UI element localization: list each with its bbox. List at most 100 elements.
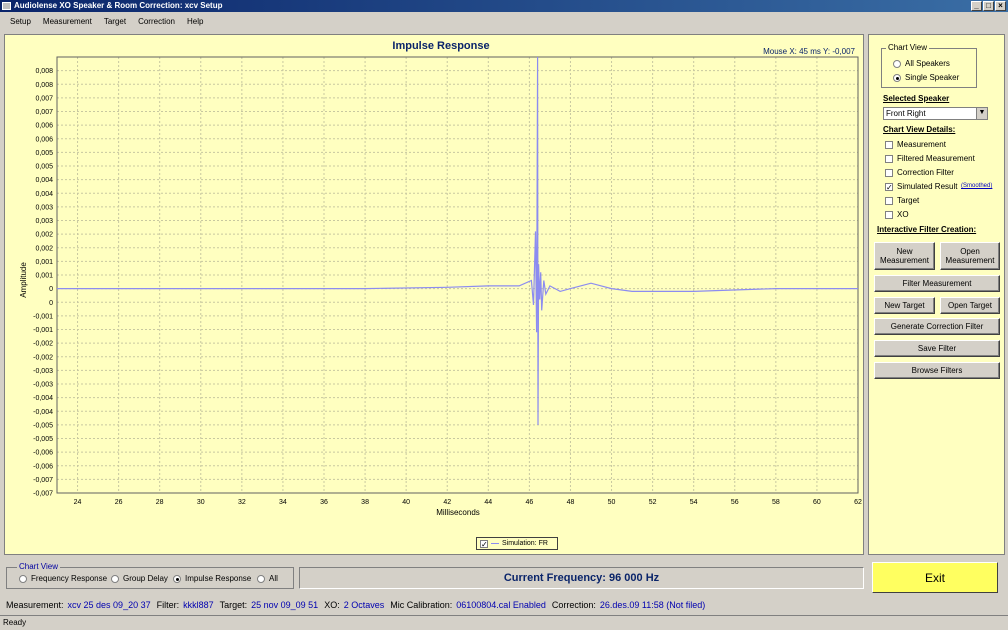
radio-all-speakers[interactable]: All Speakers: [893, 59, 950, 68]
mouse-readout: Mouse X: 45 ms Y: -0,007: [763, 47, 855, 56]
chart-view-group-title: Chart View: [886, 43, 929, 52]
x-tick-label: 46: [525, 499, 533, 506]
mic-calibration-label: Mic Calibration:: [390, 600, 453, 610]
checkbox-measurement[interactable]: Measurement: [885, 140, 946, 149]
maximize-button[interactable]: □: [983, 1, 994, 11]
checkbox-target-box[interactable]: [885, 196, 893, 205]
y-tick-label: -0,007: [33, 491, 53, 498]
chart-view-details-title: Chart View Details:: [883, 125, 956, 134]
checkbox-filtered-measurement[interactable]: Filtered Measurement: [885, 154, 975, 163]
y-tick-label: -0,007: [33, 477, 53, 484]
y-tick-label: 0,003: [35, 204, 53, 211]
radio-impulse-response-dot[interactable]: [173, 574, 181, 583]
y-tick-label: 0,003: [35, 218, 53, 225]
legend-checkbox[interactable]: ✓: [480, 539, 488, 548]
checkbox-simulated-result-box[interactable]: ✓: [885, 182, 893, 191]
x-tick-label: 44: [484, 499, 492, 506]
info-bar: Measurement: xcv 25 des 09_20 37 Filter:…: [0, 598, 1008, 612]
side-panel: Chart View All Speakers Single Speaker S…: [868, 34, 1005, 555]
menu-correction[interactable]: Correction: [132, 17, 181, 26]
x-tick-label: 34: [279, 499, 287, 506]
radio-frequency-response-dot[interactable]: [19, 574, 27, 583]
radio-single-speaker-dot[interactable]: [893, 73, 901, 82]
menu-setup[interactable]: Setup: [4, 17, 37, 26]
y-tick-label: 0: [49, 286, 53, 293]
x-tick-label: 28: [156, 499, 164, 506]
minimize-button[interactable]: _: [971, 1, 982, 11]
x-tick-label: 40: [402, 499, 410, 506]
radio-single-speaker[interactable]: Single Speaker: [893, 73, 959, 82]
y-tick-label: 0,001: [35, 273, 53, 280]
y-tick-label: 0,002: [35, 245, 53, 252]
checkbox-xo-label: XO: [897, 210, 909, 219]
checkbox-measurement-box[interactable]: [885, 140, 893, 149]
browse-filters-button[interactable]: Browse Filters: [874, 362, 1000, 379]
new-measurement-button[interactable]: New Measurement: [874, 242, 935, 270]
smoothed-link[interactable]: (Smoothed): [961, 183, 992, 189]
menu-target[interactable]: Target: [98, 17, 132, 26]
checkbox-simulated-result[interactable]: ✓ Simulated Result: [885, 182, 957, 191]
save-filter-button[interactable]: Save Filter: [874, 340, 1000, 357]
checkbox-correction-filter-box[interactable]: [885, 168, 893, 177]
legend-label: Simulation: FR: [502, 540, 548, 547]
measurement-info-value: xcv 25 des 09_20 37: [67, 600, 151, 610]
checkbox-target-label: Target: [897, 196, 920, 205]
y-tick-label: -0,002: [33, 341, 53, 348]
xo-info-label: XO:: [324, 600, 340, 610]
y-tick-label: -0,002: [33, 354, 53, 361]
chart-legend[interactable]: ✓ Simulation: FR: [476, 537, 558, 550]
open-measurement-button[interactable]: Open Measurement: [940, 242, 1000, 270]
radio-frequency-response[interactable]: Frequency Response: [19, 574, 107, 583]
y-tick-label: -0,005: [33, 436, 53, 443]
radio-all[interactable]: All: [257, 574, 278, 583]
bottom-chart-view-title: Chart View: [17, 562, 60, 571]
x-tick-label: 30: [197, 499, 205, 506]
radio-impulse-response[interactable]: Impulse Response: [173, 574, 251, 583]
y-axis-label: Amplitude: [19, 262, 28, 298]
measurement-info-label: Measurement:: [6, 600, 64, 610]
chevron-down-icon[interactable]: ▼: [976, 108, 987, 119]
chart-title: Impulse Response: [392, 40, 489, 52]
y-tick-label: -0,001: [33, 327, 53, 334]
checkbox-filtered-measurement-box[interactable]: [885, 154, 893, 163]
checkbox-correction-filter-label: Correction Filter: [897, 168, 954, 177]
app-icon: [2, 2, 11, 10]
speaker-select[interactable]: Front Right ▼: [883, 107, 988, 120]
filter-measurement-button[interactable]: Filter Measurement: [874, 275, 1000, 292]
y-tick-label: -0,003: [33, 382, 53, 389]
menu-help[interactable]: Help: [181, 17, 209, 26]
y-tick-labels: 0,008 0,008 0,007 0,007 0,006 0,006 0,005 0,005…: [33, 68, 53, 497]
series-line-simulation-fr: [57, 56, 858, 425]
radio-all-dot[interactable]: [257, 574, 265, 583]
new-target-button[interactable]: New Target: [874, 297, 935, 314]
x-tick-label: 42: [443, 499, 451, 506]
radio-all-label: All: [269, 574, 278, 583]
y-tick-label: 0,008: [35, 82, 53, 89]
y-tick-label: -0,004: [33, 409, 53, 416]
radio-group-delay-dot[interactable]: [111, 574, 119, 583]
mic-calibration-value: 06100804.cal Enabled: [456, 600, 546, 610]
checkbox-filtered-measurement-label: Filtered Measurement: [897, 154, 975, 163]
y-tick-label: 0,004: [35, 177, 53, 184]
close-button[interactable]: ×: [995, 1, 1006, 11]
window-controls: _ □ ×: [971, 1, 1006, 11]
impulse-response-chart[interactable]: Impulse Response Mouse X: 45 ms Y: -0,00…: [5, 35, 863, 554]
generate-correction-filter-button[interactable]: Generate Correction Filter: [874, 318, 1000, 335]
radio-group-delay[interactable]: Group Delay: [111, 574, 168, 583]
open-target-button[interactable]: Open Target: [940, 297, 1000, 314]
checkbox-xo[interactable]: XO: [885, 210, 909, 219]
filter-info-value: kkkl887: [183, 600, 214, 610]
checkbox-target[interactable]: Target: [885, 196, 919, 205]
radio-all-speakers-dot[interactable]: [893, 59, 901, 68]
x-axis-label: Milliseconds: [436, 508, 480, 517]
checkbox-measurement-label: Measurement: [897, 140, 946, 149]
x-tick-label: 36: [320, 499, 328, 506]
checkbox-correction-filter[interactable]: Correction Filter: [885, 168, 954, 177]
filter-info-label: Filter:: [156, 600, 180, 610]
legend-line-swatch: [491, 543, 499, 544]
x-tick-label: 60: [813, 499, 821, 506]
checkbox-xo-box[interactable]: [885, 210, 893, 219]
menu-measurement[interactable]: Measurement: [37, 17, 98, 26]
exit-button[interactable]: Exit: [872, 562, 998, 593]
x-tick-label: 56: [731, 499, 739, 506]
